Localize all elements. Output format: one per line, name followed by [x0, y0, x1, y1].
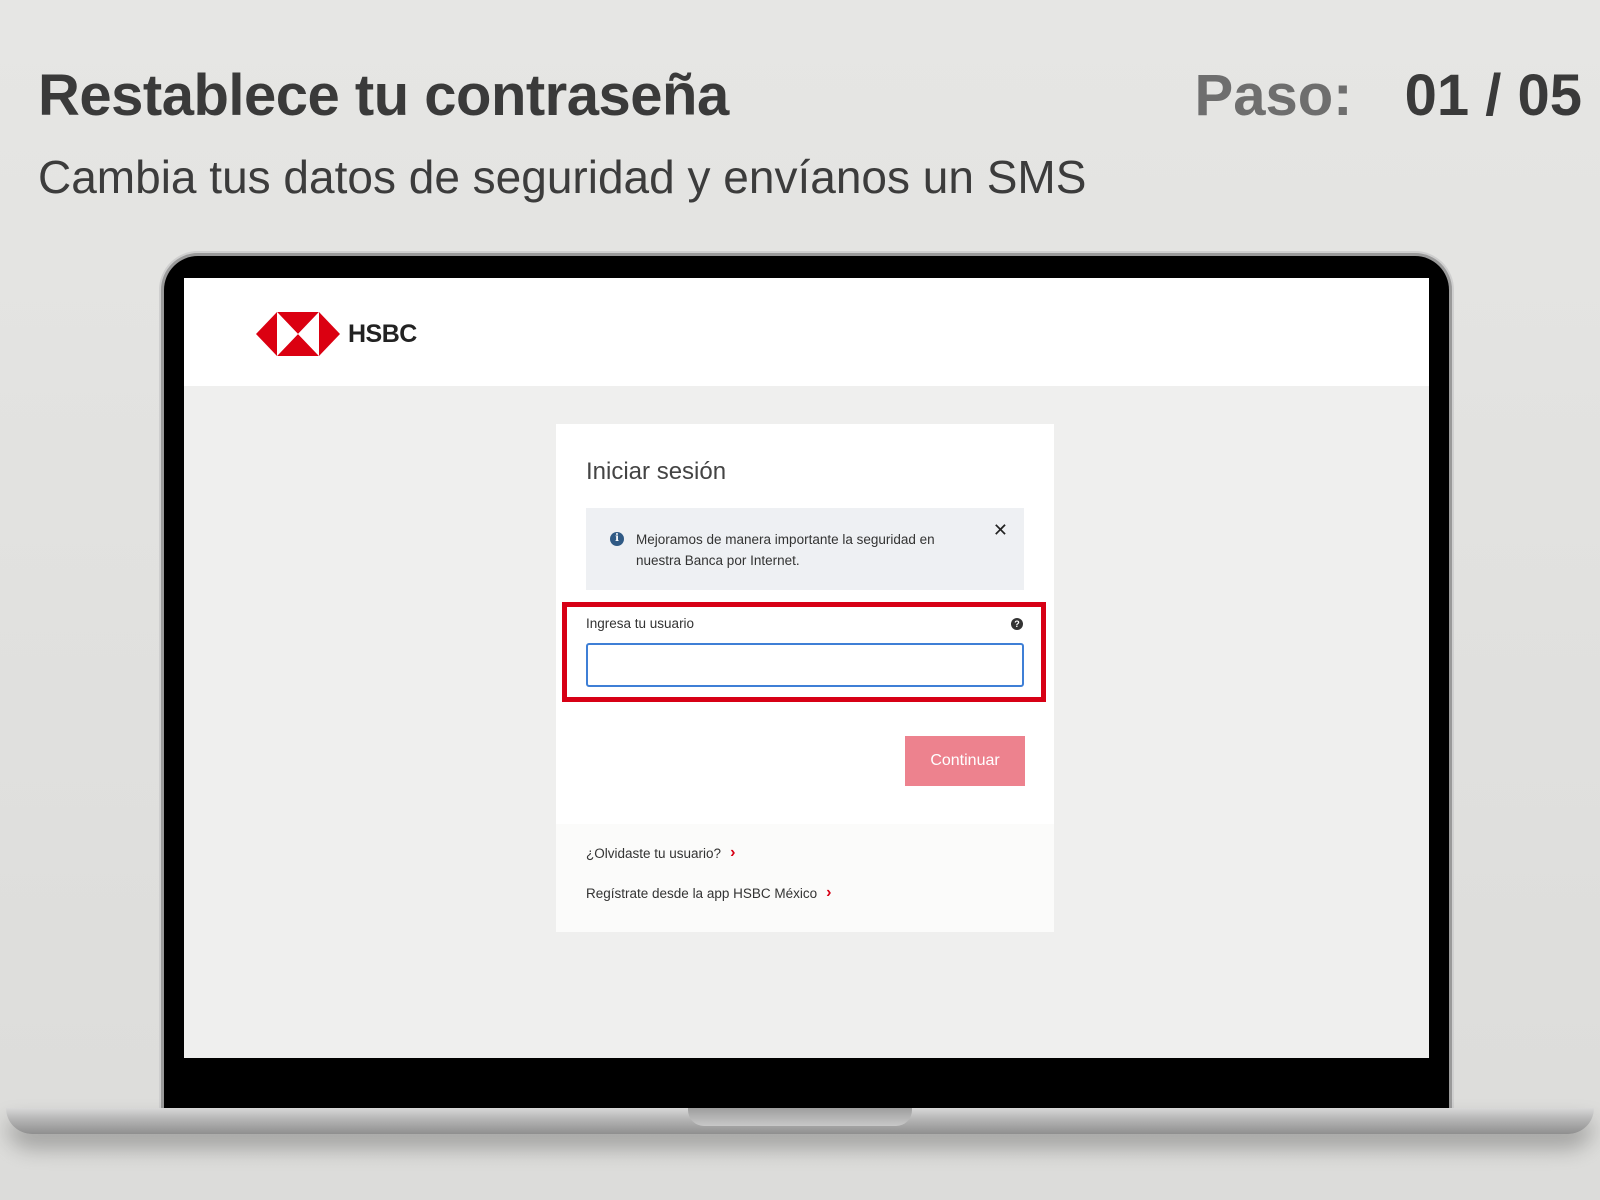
laptop-notch: [688, 1108, 912, 1126]
username-label: Ingresa tu usuario: [586, 616, 695, 631]
step-label: Paso:: [1194, 63, 1353, 128]
chevron-right-icon: ›: [826, 884, 832, 901]
info-message: Mejoramos de manera importante la seguri…: [636, 532, 935, 568]
login-title: Iniciar sesión: [586, 458, 727, 485]
info-banner: i Mejoramos de manera importante la segu…: [586, 508, 1024, 590]
login-card: Iniciar sesión i Mejoramos de manera imp…: [556, 424, 1054, 932]
info-icon: i: [610, 532, 624, 546]
login-footer: ¿Olvidaste tu usuario? › Regístrate desd…: [556, 824, 1054, 932]
username-input[interactable]: [586, 643, 1024, 687]
slide-title: Restablece tu contraseña: [38, 63, 729, 128]
laptop-screen: HSBC Iniciar sesión i Mejoramos de maner…: [184, 278, 1429, 1058]
hsbc-hexagon-icon: [256, 312, 340, 356]
hsbc-header: HSBC: [184, 278, 1429, 386]
register-app-label: Regístrate desde la app HSBC México: [586, 885, 818, 901]
step-value: 01 / 05: [1404, 63, 1582, 128]
slide-subtitle: Cambia tus datos de seguridad y envíanos…: [38, 151, 1087, 203]
help-icon[interactable]: ?: [1011, 618, 1023, 630]
hsbc-wordmark: HSBC: [348, 319, 417, 348]
close-icon[interactable]: ✕: [993, 520, 1008, 541]
forgot-user-label: ¿Olvidaste tu usuario?: [586, 845, 722, 861]
register-app-link[interactable]: Regístrate desde la app HSBC México ›: [586, 884, 831, 902]
step-indicator: Paso: 01 / 05: [1195, 62, 1582, 129]
continue-button[interactable]: Continuar: [905, 736, 1025, 786]
chevron-right-icon: ›: [730, 844, 736, 861]
forgot-user-link[interactable]: ¿Olvidaste tu usuario? ›: [586, 844, 735, 862]
laptop-frame: HSBC Iniciar sesión i Mejoramos de maner…: [164, 256, 1449, 1108]
hsbc-logo: HSBC: [256, 312, 417, 356]
